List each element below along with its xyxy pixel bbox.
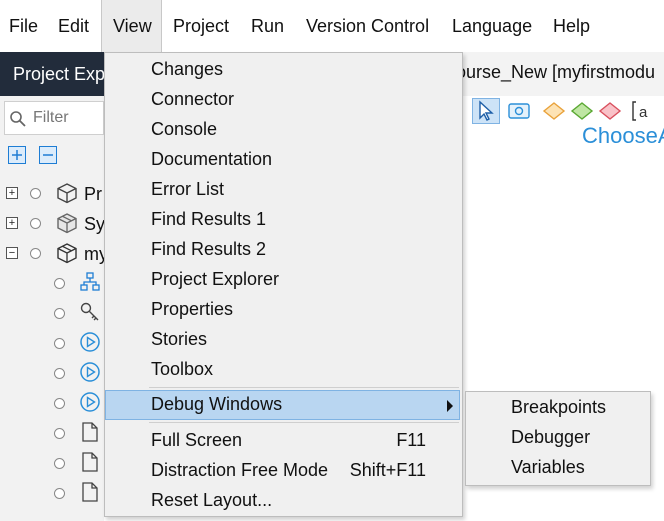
status-dot: [54, 368, 65, 379]
tree-item-label[interactable]: Pr: [84, 184, 102, 205]
menu-item-shortcut: Shift+F11: [349, 460, 426, 480]
document-icon: [82, 452, 98, 472]
screen-node-icon[interactable]: [506, 98, 532, 124]
menu-item-connector[interactable]: Connector: [105, 85, 462, 115]
menu-item-label: Changes: [151, 59, 224, 79]
play-circle-icon: [80, 392, 100, 412]
play-circle-icon: [80, 332, 100, 352]
menu-separator: [149, 387, 459, 388]
menu-project[interactable]: Project: [173, 0, 229, 52]
menu-item-properties[interactable]: Properties: [105, 295, 462, 325]
menu-item-label: Debug Windows: [151, 394, 283, 414]
expand-all-icon[interactable]: [8, 146, 26, 164]
editor-tab-title[interactable]: ourse_New [myfirstmodu: [456, 62, 655, 83]
menu-help[interactable]: Help: [553, 0, 590, 52]
tree-expander[interactable]: +: [6, 187, 18, 199]
menu-item-label: Toolbox: [151, 359, 214, 379]
submenu-item-label: Debugger: [511, 427, 591, 447]
status-dot: [54, 278, 65, 289]
menu-item-toolbox[interactable]: Toolbox: [105, 355, 462, 385]
submenu-item-variables[interactable]: Variables: [466, 453, 650, 483]
play-circle-icon: [80, 362, 100, 382]
tree-expander[interactable]: +: [6, 217, 18, 229]
menu-version-control[interactable]: Version Control: [306, 0, 429, 52]
menu-file[interactable]: File: [9, 0, 38, 52]
submenu-item-label: Variables: [511, 457, 585, 477]
status-dot: [30, 248, 41, 259]
menu-item-label: Error List: [151, 179, 225, 199]
menu-item-label: Documentation: [151, 149, 273, 169]
tree-item-label[interactable]: Sy: [84, 214, 105, 235]
diamond-green-icon[interactable]: [569, 98, 595, 124]
menu-item-label: Project Explorer: [151, 269, 280, 289]
submenu-item-debugger[interactable]: Debugger: [466, 423, 650, 453]
menu-item-changes[interactable]: Changes: [105, 55, 462, 85]
menu-item-label: Stories: [151, 329, 208, 349]
menu-language[interactable]: Language: [452, 0, 532, 52]
menu-item-project-explorer[interactable]: Project Explorer: [105, 265, 462, 295]
diamond-red-icon[interactable]: [597, 98, 623, 124]
document-icon: [82, 422, 98, 442]
menu-item-full-screen[interactable]: Full Screen F11: [105, 426, 462, 456]
svg-text:a: a: [639, 104, 648, 121]
menu-item-label: Distraction Free Mode: [151, 460, 329, 480]
status-dot: [54, 308, 65, 319]
status-dot: [54, 338, 65, 349]
package-icon: [57, 213, 77, 234]
key-icon: [80, 302, 99, 321]
tree-expander[interactable]: −: [6, 247, 18, 259]
status-dot: [54, 458, 65, 469]
cube-icon: [57, 183, 77, 204]
menu-item-label: Reset Layout...: [151, 490, 273, 510]
document-icon: [82, 482, 98, 502]
menu-item-documentation[interactable]: Documentation: [105, 145, 462, 175]
submenu-item-breakpoints[interactable]: Breakpoints: [466, 393, 650, 423]
menu-item-console[interactable]: Console: [105, 115, 462, 145]
menu-item-error-list[interactable]: Error List: [105, 175, 462, 205]
status-dot: [54, 398, 65, 409]
menu-item-reset-layout[interactable]: Reset Layout...: [105, 486, 462, 516]
search-icon: [10, 111, 26, 127]
debug-windows-submenu: Breakpoints Debugger Variables: [465, 391, 651, 486]
menu-item-debug-windows[interactable]: Debug Windows: [105, 390, 460, 420]
menu-item-distraction-free-mode[interactable]: Distraction Free Mode Shift+F11: [105, 456, 462, 486]
cursor-arrow-icon: [479, 100, 494, 121]
menu-item-label: Full Screen: [151, 430, 243, 450]
text-annotation-icon[interactable]: a: [630, 98, 656, 124]
canvas-node-label[interactable]: ChooseA: [582, 123, 664, 149]
collapse-all-icon[interactable]: [39, 146, 57, 164]
menu-bar: File Edit View Project Run Version Contr…: [0, 0, 664, 52]
submenu-item-label: Breakpoints: [511, 397, 607, 417]
menu-item-find-results-1[interactable]: Find Results 1: [105, 205, 462, 235]
menu-item-label: Find Results 1: [151, 209, 267, 229]
status-dot: [30, 218, 41, 229]
menu-item-stories[interactable]: Stories: [105, 325, 462, 355]
pointer-tool-button[interactable]: [472, 98, 500, 124]
status-dot: [54, 428, 65, 439]
package-icon: [57, 243, 77, 264]
menu-run[interactable]: Run: [251, 0, 284, 52]
filter-placeholder: Filter: [33, 109, 69, 126]
submenu-arrow-icon: [447, 400, 453, 412]
hierarchy-icon: [80, 272, 100, 291]
status-dot: [54, 488, 65, 499]
menu-item-shortcut: F11: [396, 430, 426, 450]
status-dot: [30, 188, 41, 199]
menu-item-find-results-2[interactable]: Find Results 2: [105, 235, 462, 265]
menu-item-label: Find Results 2: [151, 239, 267, 259]
view-menu: Changes Connector Console Documentation …: [104, 52, 463, 517]
menu-separator: [149, 422, 459, 423]
project-explorer-title[interactable]: Project Exp: [13, 53, 105, 95]
diamond-orange-icon[interactable]: [541, 98, 567, 124]
menu-item-label: Connector: [151, 89, 235, 109]
menu-edit[interactable]: Edit: [58, 0, 89, 52]
menu-item-label: Console: [151, 119, 218, 139]
menu-item-label: Properties: [151, 299, 234, 319]
menu-view[interactable]: View: [101, 0, 162, 52]
